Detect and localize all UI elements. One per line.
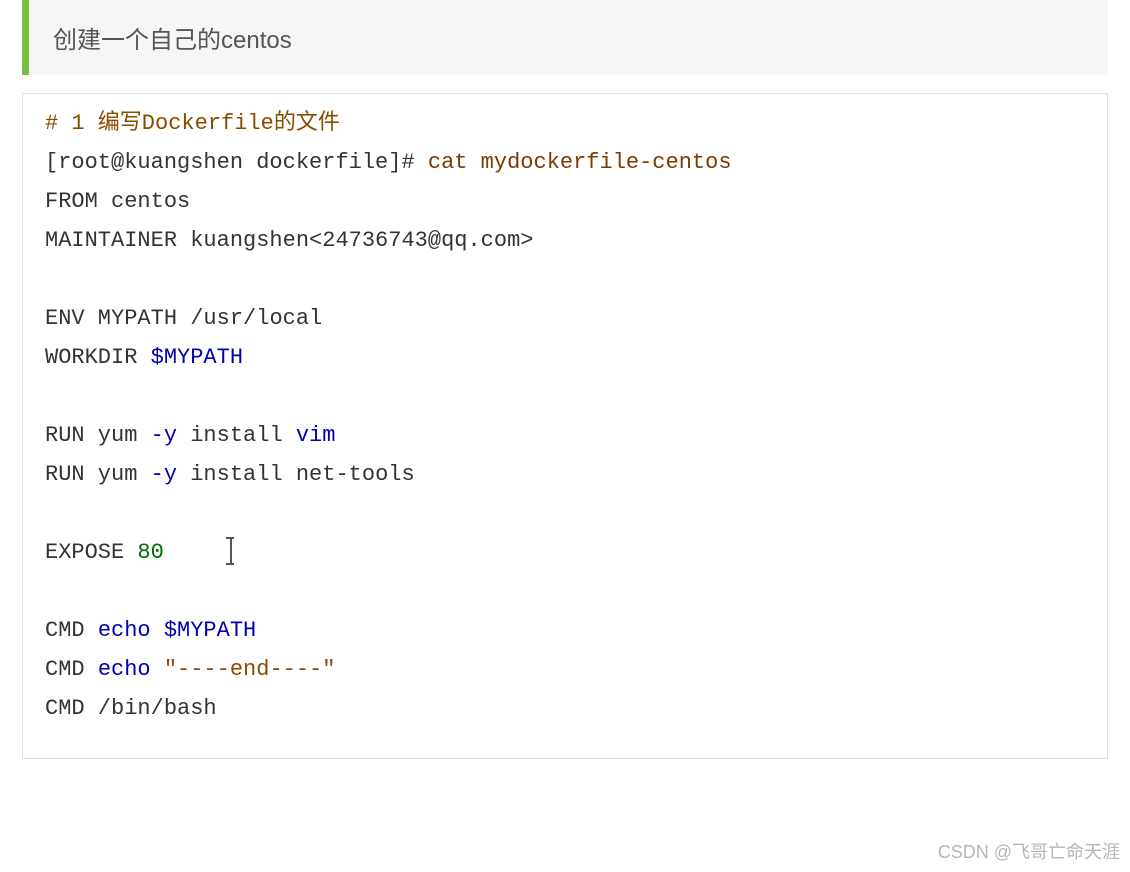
code-cmd2-sp: [151, 657, 164, 682]
code-workdir-a: WORKDIR: [45, 345, 151, 370]
code-cmd2-a: CMD: [45, 657, 98, 682]
code-cmd1-a: CMD: [45, 618, 98, 643]
watermark-text: CSDN @飞哥亡命天涯: [938, 838, 1120, 864]
quote-block: 创建一个自己的centos: [22, 0, 1108, 75]
code-cmd2-echo: echo: [98, 657, 151, 682]
code-cmd3: CMD /bin/bash: [45, 696, 217, 721]
code-cmd1-sp: [151, 618, 164, 643]
code-run2-flag: -y: [151, 462, 177, 487]
code-run2-a: RUN yum: [45, 462, 151, 487]
code-cmd1-var: $MYPATH: [164, 618, 256, 643]
code-run1-pkg: vim: [296, 423, 336, 448]
code-expose-a: EXPOSE: [45, 540, 137, 565]
code-run1-c: install: [177, 423, 296, 448]
code-run1-a: RUN yum: [45, 423, 151, 448]
text-cursor-icon: [230, 540, 231, 562]
code-from: FROM centos: [45, 189, 190, 214]
code-env-a: ENV MYPATH: [45, 306, 190, 331]
code-cmd: cat mydockerfile-centos: [428, 150, 732, 175]
code-comment: # 1 编写Dockerfile的文件: [45, 111, 340, 136]
code-expose-port: 80: [137, 540, 163, 565]
code-cmd2-str: "----end----": [164, 657, 336, 682]
code-cmd1-echo: echo: [98, 618, 151, 643]
quote-text: 创建一个自己的centos: [53, 27, 292, 54]
code-env-b: /usr/local: [190, 306, 322, 331]
code-workdir-var: $MYPATH: [151, 345, 243, 370]
code-prompt: [root@kuangshen dockerfile]#: [45, 150, 428, 175]
code-maintainer: MAINTAINER kuangshen<24736743@qq.com>: [45, 228, 533, 253]
code-run1-flag: -y: [151, 423, 177, 448]
code-run2-c: install net-tools: [177, 462, 415, 487]
code-block: # 1 编写Dockerfile的文件 [root@kuangshen dock…: [22, 93, 1108, 759]
